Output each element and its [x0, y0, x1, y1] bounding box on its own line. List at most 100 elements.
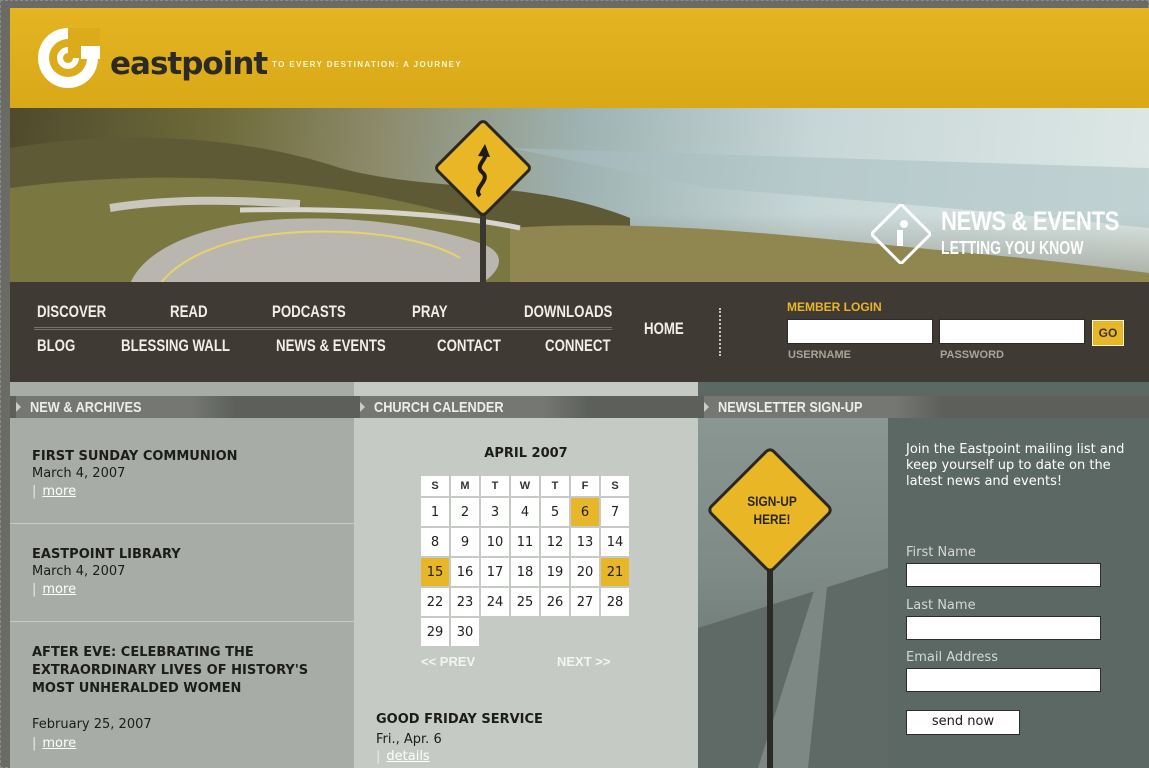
- calendar-day[interactable]: 12: [541, 528, 569, 556]
- calendar-day[interactable]: 22: [421, 588, 449, 616]
- main-navigation: DISCOVER READ PODCASTS PRAY DOWNLOADS BL…: [10, 282, 1149, 382]
- nav-divider: [34, 327, 612, 330]
- calendar-day[interactable]: 3: [481, 498, 509, 526]
- calendar-day[interactable]: 11: [511, 528, 539, 556]
- username-label: USERNAME: [788, 349, 851, 361]
- nav-connect[interactable]: CONNECT: [545, 336, 611, 356]
- news-events-badge[interactable]: NEWS & EVENTS LETTING YOU KNOW: [871, 204, 1121, 264]
- nav-blessing-wall[interactable]: BLESSING WALL: [121, 336, 230, 356]
- news-item: AFTER EVE: CELEBRATING THE EXTRAORDINARY…: [10, 622, 354, 768]
- last-name-input[interactable]: [906, 616, 1101, 640]
- arrow-right-icon: [16, 402, 21, 412]
- calendar-day[interactable]: 8: [421, 528, 449, 556]
- newsletter-intro: Join the Eastpoint mailing list and keep…: [906, 442, 1125, 489]
- event-details: | details: [376, 749, 430, 764]
- calendar-day[interactable]: 17: [481, 558, 509, 586]
- calendar-day[interactable]: 10: [481, 528, 509, 556]
- calendar-day[interactable]: 19: [541, 558, 569, 586]
- nav-podcasts[interactable]: PODCASTS: [272, 302, 346, 322]
- calendar-prev-button[interactable]: << PREV: [421, 654, 475, 669]
- site-header: eastpoint TO EVERY DESTINATION: A JOURNE…: [10, 8, 1149, 110]
- church-calendar-panel: CHURCH CALENDER APRIL 2007 SMTWTFS 12345…: [354, 382, 698, 768]
- logo-text[interactable]: eastpoint: [110, 46, 268, 82]
- calendar-day[interactable]: 16: [451, 558, 479, 586]
- calendar-section-header: CHURCH CALENDER: [354, 396, 698, 418]
- calendar-next-button[interactable]: NEXT >>: [557, 654, 610, 669]
- calendar-day[interactable]: 4: [511, 498, 539, 526]
- nav-blog[interactable]: BLOG: [37, 336, 75, 356]
- newsletter-section-header: NEWSLETTER SIGN-UP: [698, 396, 1149, 418]
- arrow-right-icon: [704, 402, 709, 412]
- calendar-empty-cell: [481, 618, 509, 646]
- calendar-day[interactable]: 14: [601, 528, 629, 556]
- username-input[interactable]: [787, 319, 933, 344]
- nav-discover[interactable]: DISCOVER: [37, 302, 106, 322]
- calendar-weekday: S: [601, 476, 629, 496]
- news-item-date: February 25, 2007: [32, 717, 152, 732]
- calendar-day[interactable]: 13: [571, 528, 599, 556]
- calendar-day[interactable]: 24: [481, 588, 509, 616]
- news-item-more: | more: [32, 736, 77, 751]
- first-name-input[interactable]: [906, 563, 1101, 587]
- newsletter-heading: NEWSLETTER SIGN-UP: [718, 399, 863, 416]
- hero-banner: NEWS & EVENTS LETTING YOU KNOW: [10, 108, 1149, 284]
- calendar-weekday: T: [541, 476, 569, 496]
- first-name-label: First Name: [906, 545, 976, 560]
- password-input[interactable]: [939, 319, 1085, 344]
- more-link[interactable]: more: [42, 582, 76, 597]
- calendar-day[interactable]: 5: [541, 498, 569, 526]
- site: eastpoint TO EVERY DESTINATION: A JOURNE…: [10, 8, 1149, 768]
- email-input[interactable]: [906, 668, 1101, 692]
- news-item-title: AFTER EVE: CELEBRATING THE EXTRAORDINARY…: [32, 645, 309, 696]
- calendar-day[interactable]: 23: [451, 588, 479, 616]
- calendar-day[interactable]: 6: [571, 498, 599, 526]
- news-heading: NEW & ARCHIVES: [30, 399, 142, 416]
- calendar-day[interactable]: 9: [451, 528, 479, 556]
- login-go-button[interactable]: GO: [1092, 320, 1124, 346]
- calendar-day[interactable]: 21: [601, 558, 629, 586]
- calendar-day[interactable]: 20: [571, 558, 599, 586]
- news-item-more: | more: [32, 582, 77, 597]
- eastpoint-logo-icon[interactable]: [36, 26, 100, 90]
- calendar-day[interactable]: 26: [541, 588, 569, 616]
- member-login-title: MEMBER LOGIN: [787, 300, 882, 314]
- calendar-day[interactable]: 27: [571, 588, 599, 616]
- nav-home[interactable]: HOME: [644, 319, 684, 339]
- calendar-day[interactable]: 30: [451, 618, 479, 646]
- calendar-day[interactable]: 29: [421, 618, 449, 646]
- email-label: Email Address: [906, 650, 998, 665]
- nav-pray[interactable]: PRAY: [412, 302, 448, 322]
- more-link[interactable]: more: [42, 484, 76, 499]
- news-item-more: | more: [32, 484, 77, 499]
- nav-downloads[interactable]: DOWNLOADS: [524, 302, 612, 322]
- calendar-day[interactable]: 25: [511, 588, 539, 616]
- nav-dotted-separator: [719, 308, 721, 356]
- news-item-title: EASTPOINT LIBRARY: [32, 547, 181, 562]
- nav-read[interactable]: READ: [170, 302, 208, 322]
- calendar-weekday: M: [451, 476, 479, 496]
- calendar-day[interactable]: 18: [511, 558, 539, 586]
- banner-title: NEWS & EVENTS: [941, 206, 1119, 236]
- news-item-date: March 4, 2007: [32, 466, 126, 481]
- calendar-day[interactable]: 1: [421, 498, 449, 526]
- nav-news-events[interactable]: NEWS & EVENTS: [276, 336, 386, 356]
- news-item-date: March 4, 2007: [32, 564, 126, 579]
- calendar-day[interactable]: 28: [601, 588, 629, 616]
- calendar-weekday: T: [481, 476, 509, 496]
- more-link[interactable]: more: [42, 736, 76, 751]
- calendar-day[interactable]: 15: [421, 558, 449, 586]
- details-link[interactable]: details: [386, 749, 429, 764]
- password-label: PASSWORD: [940, 349, 1004, 361]
- send-now-button[interactable]: send now: [906, 710, 1020, 735]
- newsletter-panel: NEWSLETTER SIGN-UP SIGN-UP HERE! Join th…: [698, 382, 1149, 768]
- nav-contact[interactable]: CONTACT: [437, 336, 501, 356]
- news-item-title: FIRST SUNDAY COMMUNION: [32, 449, 238, 464]
- news-section-header: NEW & ARCHIVES: [10, 396, 354, 418]
- calendar-empty-cell: [511, 618, 539, 646]
- calendar-day[interactable]: 2: [451, 498, 479, 526]
- calendar-empty-cell: [601, 618, 629, 646]
- tagline: TO EVERY DESTINATION: A JOURNEY: [272, 60, 463, 69]
- calendar-day[interactable]: 7: [601, 498, 629, 526]
- event-date: Fri., Apr. 6: [376, 732, 442, 747]
- news-item: EASTPOINT LIBRARY March 4, 2007 | more: [10, 524, 354, 622]
